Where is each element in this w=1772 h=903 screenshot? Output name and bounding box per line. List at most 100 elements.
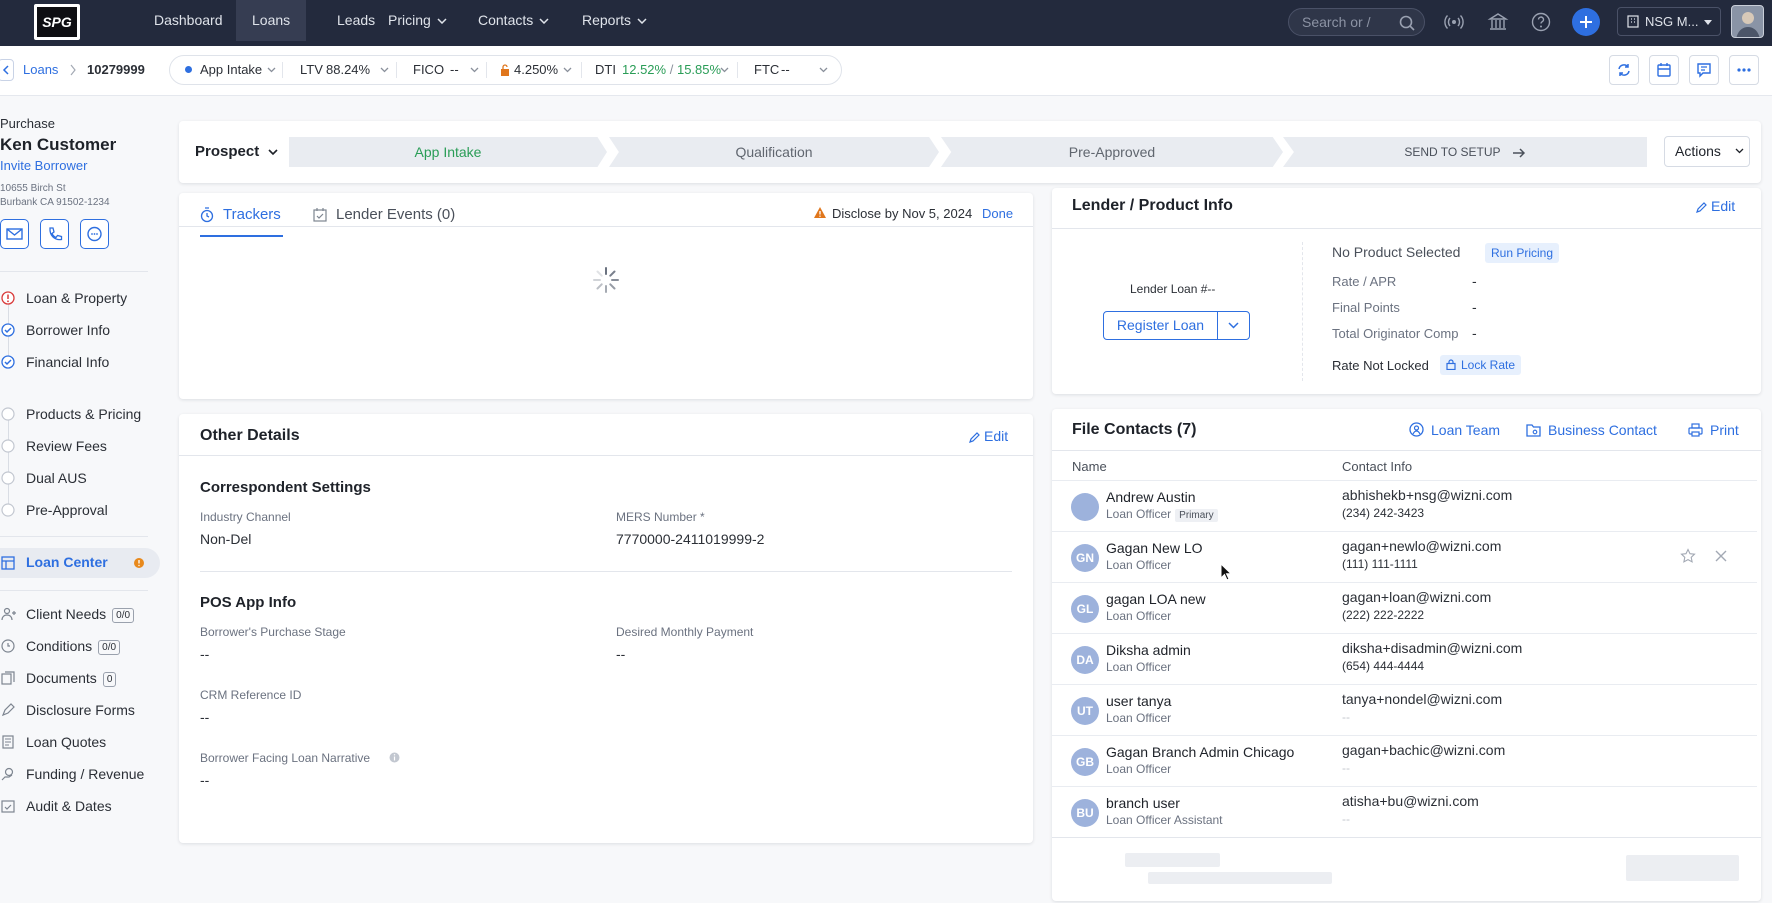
more-options-button[interactable]	[1729, 55, 1759, 85]
chevron-down-icon	[720, 67, 729, 73]
lock-rate-button[interactable]: Lock Rate	[1440, 355, 1522, 375]
chevron-down-icon	[637, 18, 647, 25]
tab-trackers[interactable]: Trackers	[200, 199, 283, 237]
run-pricing-button[interactable]: Run Pricing	[1485, 243, 1560, 263]
register-loan-button[interactable]: Register Loan	[1103, 311, 1218, 340]
create-new-button[interactable]	[1572, 8, 1600, 36]
sidebar-item-conditions[interactable]: Conditions 0/0	[0, 633, 150, 659]
sidebar-item-label: Disclosure Forms	[26, 702, 135, 718]
nav-dashboard[interactable]: Dashboard	[138, 0, 239, 41]
prospect-dropdown[interactable]: Prospect	[195, 137, 278, 167]
sidebar-item-loan-quotes[interactable]: Loan Quotes	[0, 729, 150, 755]
table-row[interactable]: GL gagan LOA new Loan Officer gagan+loan…	[1052, 582, 1757, 633]
refresh-button[interactable]	[1609, 55, 1639, 85]
table-row[interactable]: DA Diksha admin Loan Officer diksha+disa…	[1052, 633, 1757, 684]
sidebar-item-disclosure-forms[interactable]: Disclosure Forms	[0, 697, 150, 723]
sidebar-item-audit-dates[interactable]: Audit & Dates	[0, 793, 150, 819]
crm-reference-label: CRM Reference ID	[200, 688, 302, 702]
contact-phone: --	[1342, 812, 1350, 826]
ltv-dropdown[interactable]: LTV 88.24%	[283, 56, 397, 84]
contact-role: Loan Officer	[1106, 558, 1172, 572]
nav-loans[interactable]: Loans	[236, 0, 307, 41]
phone-button[interactable]	[40, 219, 69, 249]
other-details-edit-button[interactable]: Edit	[969, 428, 1008, 444]
nav-contacts[interactable]: Contacts	[462, 0, 565, 41]
print-button[interactable]: Print	[1688, 422, 1739, 438]
stopwatch-icon	[200, 207, 214, 223]
close-icon[interactable]	[1714, 549, 1728, 563]
crm-reference-value: --	[200, 709, 210, 725]
global-search-input[interactable]: Search or /	[1288, 8, 1425, 36]
ftc-value: --	[781, 62, 790, 77]
sidebar-item-label: Loan Quotes	[26, 734, 107, 750]
table-row[interactable]: UT user tanya Loan Officer tanya+nondel@…	[1052, 684, 1757, 735]
business-contact-button[interactable]: Business Contact	[1526, 422, 1657, 438]
email-button[interactable]	[0, 219, 29, 249]
breadcrumb-loans[interactable]: Loans	[23, 62, 58, 77]
loading-skeleton	[1626, 855, 1739, 881]
lender-loan-number: Lender Loan #--	[1130, 282, 1216, 296]
table-row[interactable]: Andrew Austin Loan Officer Primary abhish…	[1052, 480, 1757, 531]
documents-icon	[1, 671, 15, 685]
nav-reports-label: Reports	[582, 12, 632, 28]
sidebar-item-dual-aus[interactable]: Dual AUS	[0, 465, 150, 491]
sidebar-item-review-fees[interactable]: Review Fees	[0, 433, 150, 459]
rate-dropdown[interactable]: 4.250%	[487, 56, 582, 84]
company-logo[interactable]: SPG	[34, 4, 80, 40]
status-dropdown[interactable]: App Intake	[170, 56, 283, 84]
sidebar-item-label: Client Needs	[26, 606, 107, 622]
caret-down-icon	[1704, 20, 1712, 25]
contact-name: Diksha admin	[1106, 642, 1191, 658]
chat-button[interactable]	[80, 219, 109, 249]
sidebar-item-loan-property[interactable]: Loan & Property	[0, 285, 150, 311]
fico-dropdown[interactable]: FICO --	[397, 56, 487, 84]
ftc-dropdown[interactable]: FTC --	[738, 56, 843, 84]
table-row[interactable]: GB Gagan Branch Admin Chicago Loan Offic…	[1052, 735, 1757, 786]
stage-pre-approved[interactable]: Pre-Approved	[941, 137, 1283, 167]
calendar-check-icon	[1, 799, 15, 813]
breadcrumb-separator-icon	[69, 62, 77, 77]
loan-team-button[interactable]: Loan Team	[1409, 422, 1500, 438]
register-options-button[interactable]	[1217, 311, 1250, 340]
calendar-button[interactable]	[1649, 55, 1679, 85]
actions-dropdown[interactable]: Actions	[1664, 136, 1750, 167]
stage-qualification[interactable]: Qualification	[609, 137, 939, 167]
contact-phone: (222) 222-2222	[1342, 608, 1425, 622]
search-icon	[1399, 15, 1415, 31]
lender-edit-button[interactable]: Edit	[1696, 198, 1735, 214]
help-icon[interactable]	[1530, 11, 1552, 33]
dti-dropdown[interactable]: DTI 12.52% / 15.85%	[582, 56, 738, 84]
broadcast-icon[interactable]	[1443, 11, 1465, 33]
sidebar-item-funding-revenue[interactable]: Funding / Revenue	[0, 761, 150, 787]
send-to-setup-button[interactable]: SEND TO SETUP	[1283, 137, 1647, 167]
table-row[interactable]: BU branch user Loan Officer Assistant at…	[1052, 786, 1757, 837]
monthly-payment-value: --	[616, 646, 626, 662]
sidebar-item-financial-info[interactable]: Financial Info	[0, 349, 150, 375]
star-icon[interactable]	[1680, 548, 1696, 564]
nav-pricing[interactable]: Pricing	[372, 0, 463, 41]
comments-button[interactable]	[1689, 55, 1719, 85]
sidebar-item-client-needs[interactable]: Client Needs 0/0	[0, 601, 150, 627]
check-icon	[1, 355, 15, 369]
organization-select[interactable]: NSG M...	[1617, 7, 1721, 36]
monthly-payment-label: Desired Monthly Payment	[616, 625, 754, 639]
tab-lender-events[interactable]: Lender Events (0)	[313, 199, 455, 237]
contact-role: Loan Officer	[1106, 711, 1172, 725]
sidebar-item-products-pricing[interactable]: Products & Pricing	[0, 401, 150, 427]
invite-borrower-link[interactable]: Invite Borrower	[0, 158, 87, 173]
sidebar-item-borrower-info[interactable]: Borrower Info	[0, 317, 150, 343]
pencil-icon	[969, 431, 980, 443]
nav-reports[interactable]: Reports	[566, 0, 663, 41]
actions-label: Actions	[1675, 143, 1721, 159]
avatar: GN	[1071, 544, 1099, 572]
table-row[interactable]: GN Gagan New LO Loan Officer gagan+newlo…	[1052, 531, 1757, 582]
sidebar-item-pre-approval[interactable]: Pre-Approval	[0, 497, 150, 523]
bank-icon[interactable]	[1487, 11, 1509, 33]
sidebar-item-documents[interactable]: Documents 0	[0, 665, 150, 691]
user-avatar[interactable]	[1731, 5, 1764, 38]
done-link[interactable]: Done	[982, 206, 1013, 221]
stage-app-intake[interactable]: App Intake	[289, 137, 607, 167]
lock-rate-label: Lock Rate	[1461, 358, 1516, 372]
back-button[interactable]	[0, 59, 14, 81]
sidebar-item-loan-center[interactable]: Loan Center	[0, 548, 160, 578]
